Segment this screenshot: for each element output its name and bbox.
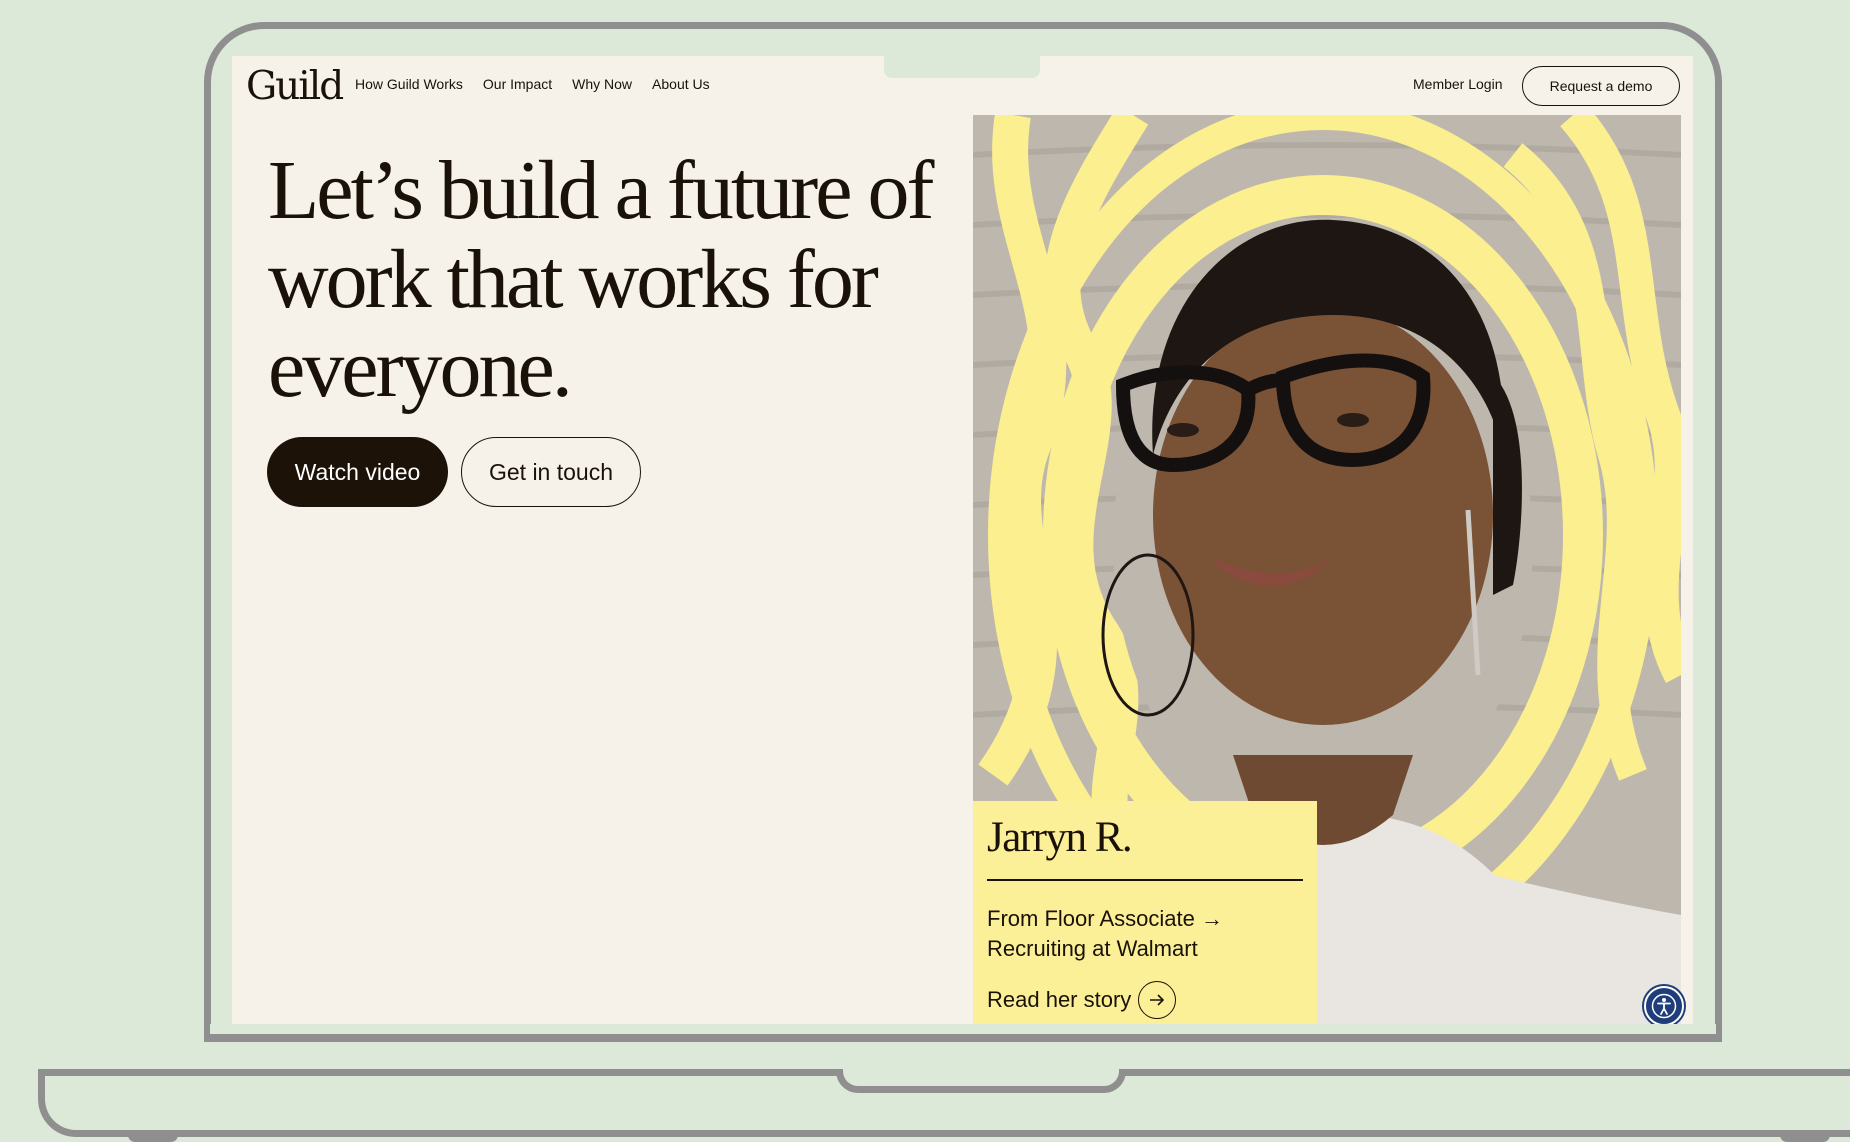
story-person-name: Jarryn R. (987, 814, 1133, 861)
story-divider (987, 879, 1303, 881)
watch-video-button[interactable]: Watch video (267, 437, 448, 507)
right-eye (1337, 413, 1369, 427)
get-in-touch-button[interactable]: Get in touch (461, 437, 641, 507)
nav-link-about-us[interactable]: About Us (652, 76, 710, 92)
laptop-base-notch (836, 1069, 1126, 1093)
laptop-foot-left (128, 1135, 178, 1142)
nav-link-how-guild-works[interactable]: How Guild Works (355, 76, 463, 92)
member-login-link[interactable]: Member Login (1413, 76, 1503, 92)
browser-screen: Guild How Guild Works Our Impact Why Now… (232, 56, 1693, 1024)
hero-headline: Let’s build a future of work that works … (268, 144, 934, 415)
guild-logo[interactable]: Guild (246, 64, 344, 109)
nav-links: How Guild Works Our Impact Why Now About… (355, 76, 710, 92)
story-career-path: From Floor Associate → Recruiting at Wal… (987, 906, 1223, 961)
read-her-story-link[interactable]: Read her story (987, 981, 1177, 1019)
nav-link-why-now[interactable]: Why Now (572, 76, 632, 92)
read-her-story-label: Read her story (987, 987, 1132, 1012)
laptop-foot-right (1780, 1135, 1830, 1142)
accessibility-icon[interactable] (1644, 986, 1684, 1024)
left-eye (1167, 423, 1199, 437)
screen-bezel-bottom (210, 1024, 1716, 1034)
camera-notch (884, 56, 1040, 78)
nav-link-our-impact[interactable]: Our Impact (483, 76, 552, 92)
request-demo-button[interactable]: Request a demo (1522, 66, 1680, 106)
story-card: Jarryn R. From Floor Associate → Recruit… (973, 801, 1317, 1024)
laptop-hinge (210, 1034, 1716, 1042)
arrow-right-icon (1138, 981, 1177, 1019)
